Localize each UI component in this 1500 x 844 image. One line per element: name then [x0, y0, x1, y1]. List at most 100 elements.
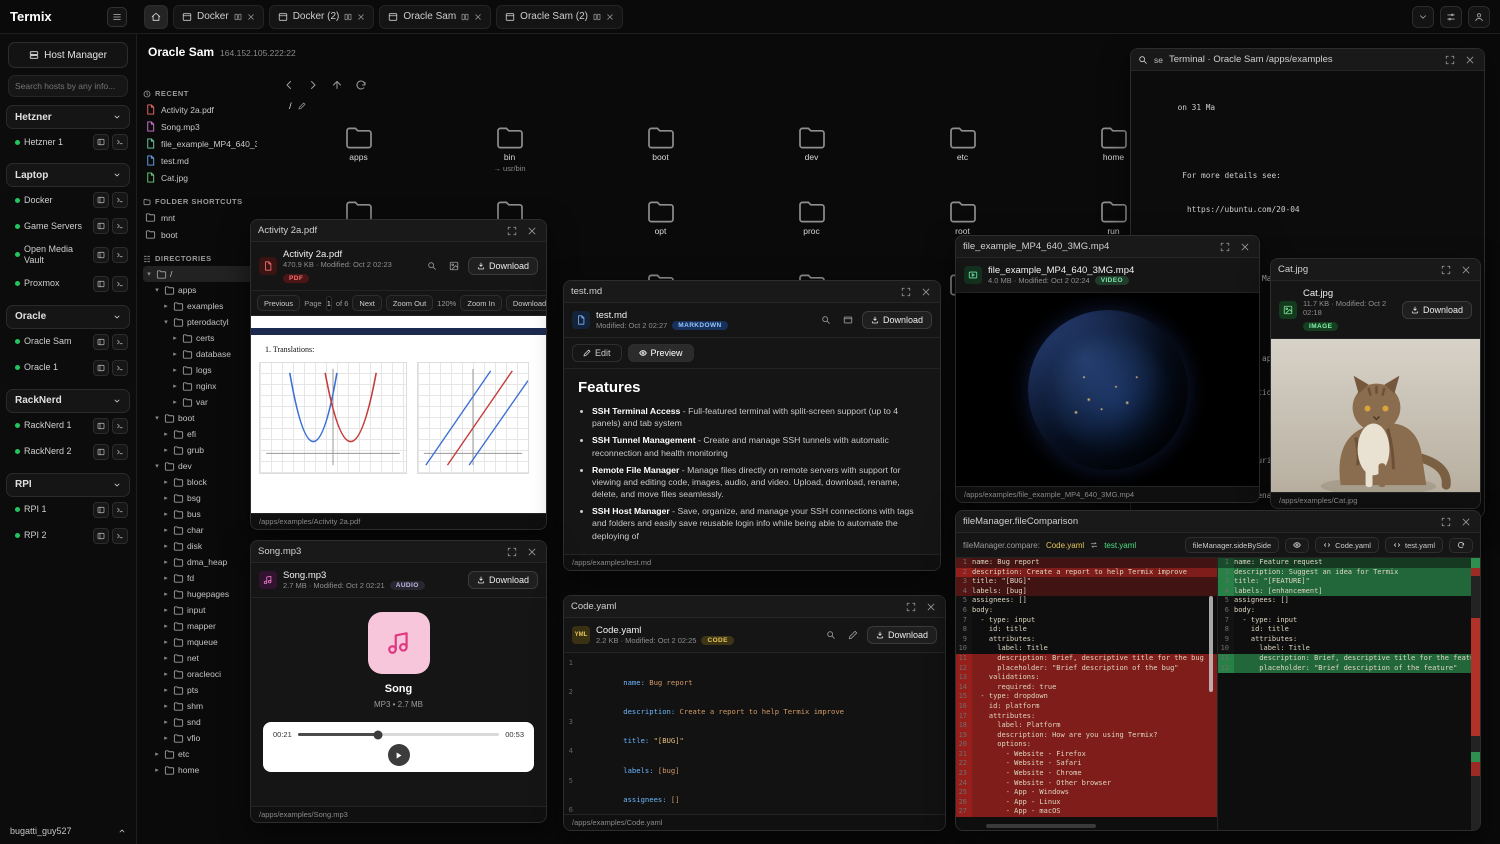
host-item[interactable]: RackNerd 2 [6, 439, 130, 465]
side-by-side-button[interactable]: fileManager.sideBySide [1185, 537, 1279, 553]
directory-tree-item[interactable]: ▸ hugepages [143, 586, 257, 602]
code-viewer-window[interactable]: Code.yaml YML Code.yaml 2.2 KB · Modifie… [563, 595, 946, 831]
code-window-header[interactable]: Code.yaml [564, 596, 945, 618]
video-viewer-window[interactable]: file_example_MP4_640_3MG.mp4 file_exampl… [955, 235, 1260, 503]
directory-tree-item[interactable]: ▾ dev [143, 458, 257, 474]
expand-button[interactable] [1443, 53, 1457, 67]
open-file-b-button[interactable]: test.yaml [1385, 537, 1443, 553]
file-manager-button[interactable] [93, 134, 109, 150]
search-icon[interactable] [1138, 55, 1148, 65]
download-button[interactable]: Download [862, 311, 932, 329]
directory-tree-item[interactable]: ▸ examples [143, 298, 257, 314]
terminal-button[interactable] [112, 502, 128, 518]
recent-file-item[interactable]: Activity 2a.pdf [143, 101, 257, 118]
download-button[interactable]: Download [1402, 301, 1472, 319]
directory-tree-item[interactable]: ▸ home [143, 762, 257, 778]
host-item[interactable]: Open Media Vault [6, 239, 130, 271]
audio-player-window[interactable]: Song.mp3 Song.mp3 2.7 MB · Modified: Oct… [250, 540, 547, 823]
terminal-button[interactable] [112, 444, 128, 460]
host-item[interactable]: Game Servers [6, 213, 130, 239]
expand-button[interactable] [1439, 263, 1453, 277]
tree-chevron-icon[interactable]: ▾ [153, 414, 161, 422]
host-group-header[interactable]: Hetzner [6, 105, 130, 129]
profile-button[interactable] [1468, 6, 1490, 28]
file-manager-button[interactable] [93, 444, 109, 460]
close-button[interactable] [1459, 515, 1473, 529]
close-icon[interactable] [606, 13, 614, 21]
host-item[interactable]: RPI 1 [6, 497, 130, 523]
tree-chevron-icon[interactable]: ▸ [162, 638, 170, 646]
close-button[interactable] [1238, 240, 1252, 254]
tree-chevron-icon[interactable]: ▸ [162, 686, 170, 694]
refresh-diff-button[interactable] [1449, 538, 1473, 553]
diff-content[interactable]: 1 name: Bug report 2 description: Create… [956, 558, 1480, 830]
video-player[interactable] [956, 293, 1259, 486]
tree-chevron-icon[interactable]: ▸ [162, 558, 170, 566]
up-button[interactable] [331, 79, 343, 91]
close-icon[interactable] [474, 13, 482, 21]
tree-chevron-icon[interactable]: ▸ [153, 750, 161, 758]
host-search-input[interactable] [15, 81, 121, 91]
tree-chevron-icon[interactable]: ▸ [162, 718, 170, 726]
directories-section-header[interactable]: Directories [143, 254, 257, 263]
search-button[interactable] [424, 258, 440, 274]
directory-tree-item[interactable]: ▸ block [143, 474, 257, 490]
zoom-in-button[interactable]: Zoom In [460, 295, 502, 311]
terminal-window-header[interactable]: se Terminal · Oracle Sam /apps/examples [1131, 49, 1484, 71]
host-item[interactable]: Oracle Sam [6, 329, 130, 355]
expand-button[interactable] [904, 600, 918, 614]
code-editor[interactable]: 1 name: Bug report 2 description: Create… [564, 653, 945, 814]
session-tab[interactable]: Docker (2) [269, 5, 375, 29]
tree-chevron-icon[interactable]: ▸ [162, 574, 170, 582]
settings-button[interactable] [1440, 6, 1462, 28]
directory-tree-item[interactable]: ▸ dma_heap [143, 554, 257, 570]
seek-slider[interactable] [298, 733, 499, 736]
split-view-icon[interactable] [461, 13, 469, 21]
tree-chevron-icon[interactable]: ▸ [162, 494, 170, 502]
directory-tree-item[interactable]: ▸ mqueue [143, 634, 257, 650]
recent-section-header[interactable]: Recent [143, 89, 257, 98]
directory-tree-item[interactable]: ▸ logs [143, 362, 257, 378]
tab-overflow-button[interactable] [1412, 6, 1434, 28]
directory-tree-item[interactable]: ▾ / [143, 266, 257, 282]
host-item[interactable]: Proxmox [6, 271, 130, 297]
expand-button[interactable] [505, 224, 519, 238]
shortcut-item[interactable]: mnt [143, 209, 257, 226]
folder-grid-item[interactable]: boot [585, 122, 736, 173]
directory-tree-item[interactable]: ▸ net [143, 650, 257, 666]
file-manager-button[interactable] [93, 192, 109, 208]
folder-grid-item[interactable]: proc [736, 196, 887, 246]
breadcrumb[interactable]: / [283, 97, 1183, 115]
directory-tree-item[interactable]: ▾ apps [143, 282, 257, 298]
tree-chevron-icon[interactable]: ▸ [171, 350, 179, 358]
terminal-button[interactable] [112, 134, 128, 150]
split-view-icon[interactable] [234, 13, 242, 21]
folder-grid-item[interactable]: dev [736, 122, 887, 173]
recent-file-item[interactable]: Cat.jpg [143, 169, 257, 186]
close-icon[interactable] [247, 13, 255, 21]
diff-left-pane[interactable]: 1 name: Bug report 2 description: Create… [956, 558, 1218, 830]
expand-button[interactable] [1218, 240, 1232, 254]
session-tab[interactable]: Oracle Sam (2) [496, 5, 623, 29]
directory-tree-item[interactable]: ▸ certs [143, 330, 257, 346]
host-group-header[interactable]: RPI [6, 473, 130, 497]
tree-chevron-icon[interactable]: ▸ [162, 542, 170, 550]
close-button[interactable] [525, 224, 539, 238]
file-manager-button[interactable] [93, 218, 109, 234]
tree-chevron-icon[interactable]: ▸ [171, 382, 179, 390]
terminal-button[interactable] [112, 247, 128, 263]
preview-button[interactable] [840, 312, 856, 328]
directory-tree-item[interactable]: ▸ bsg [143, 490, 257, 506]
expand-button[interactable] [505, 545, 519, 559]
image-viewer-window[interactable]: Cat.jpg Cat.jpg 11.7 KB · Modified: Oct … [1270, 258, 1481, 509]
host-item[interactable]: Docker [6, 187, 130, 213]
terminal-button[interactable] [112, 528, 128, 544]
markdown-viewer-window[interactable]: test.md test.md Modified: Oct 2 02:27MAR… [563, 280, 941, 571]
download-button[interactable]: Download [867, 626, 937, 644]
search-button[interactable] [818, 312, 834, 328]
close-button[interactable] [919, 285, 933, 299]
tree-chevron-icon[interactable]: ▸ [162, 734, 170, 742]
expand-button[interactable] [899, 285, 913, 299]
directory-tree-item[interactable]: ▸ shm [143, 698, 257, 714]
file-manager-button[interactable] [93, 502, 109, 518]
